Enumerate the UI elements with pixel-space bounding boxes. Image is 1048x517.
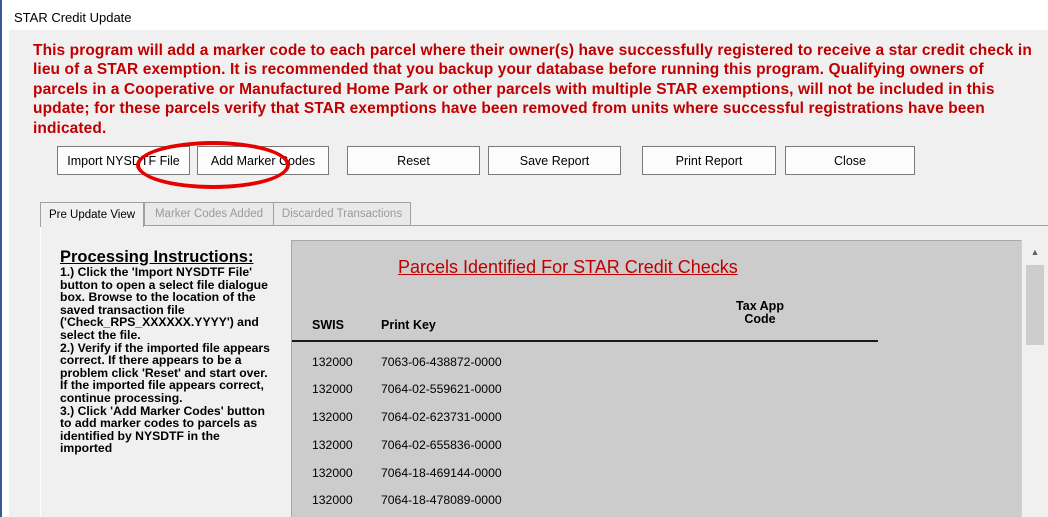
column-header-print-key: Print Key (381, 318, 436, 332)
title-bar: STAR Credit Update (9, 0, 1048, 30)
header-divider (292, 340, 878, 342)
table-row[interactable]: 132000 7064-02-559621-0000 (292, 382, 992, 410)
cell-print-key: 7064-18-478089-0000 (381, 493, 502, 507)
table-row[interactable]: 132000 7064-02-655836-0000 (292, 438, 992, 466)
cell-print-key: 7063-06-438872-0000 (381, 355, 502, 369)
cell-swis: 132000 (312, 466, 353, 480)
window-title: STAR Credit Update (14, 10, 132, 25)
table-row[interactable]: 132000 7063-06-438872-0000 (292, 355, 992, 383)
parcel-list-panel: Parcels Identified For STAR Credit Check… (291, 240, 1048, 517)
window-left-border (0, 0, 2, 517)
cell-swis: 132000 (312, 410, 353, 424)
print-report-button[interactable]: Print Report (642, 146, 776, 175)
cell-print-key: 7064-02-559621-0000 (381, 382, 502, 396)
vertical-scrollbar[interactable]: ▲ (1021, 240, 1048, 517)
table-row[interactable]: 132000 7064-02-623731-0000 (292, 410, 992, 438)
intro-text: This program will add a marker code to e… (33, 42, 1032, 137)
column-header-tax-app-code: Tax App Code (736, 299, 784, 326)
cell-print-key: 7064-02-623731-0000 (381, 410, 502, 424)
column-header-swis: SWIS (312, 318, 344, 332)
processing-instructions-text: 1.) Click the 'Import NYSDTF File' butto… (60, 265, 270, 456)
save-report-button[interactable]: Save Report (488, 146, 621, 175)
cell-print-key: 7064-18-469144-0000 (381, 466, 502, 480)
chevron-up-icon[interactable]: ▲ (1022, 240, 1048, 264)
parcel-list-title: Parcels Identified For STAR Credit Check… (398, 257, 738, 277)
red-annotation-ellipse (136, 141, 290, 189)
cell-print-key: 7064-02-655836-0000 (381, 438, 502, 452)
close-button[interactable]: Close (785, 146, 915, 175)
tab-marker-codes-added[interactable]: Marker Codes Added (144, 202, 274, 225)
cell-swis: 132000 (312, 382, 353, 396)
cell-swis: 132000 (312, 355, 353, 369)
tab-pre-update-view[interactable]: Pre Update View (40, 202, 144, 227)
table-row[interactable]: 132000 7064-18-469144-0000 (292, 466, 992, 494)
tab-discarded-transactions[interactable]: Discarded Transactions (273, 202, 411, 225)
cell-swis: 132000 (312, 438, 353, 452)
reset-button[interactable]: Reset (347, 146, 480, 175)
cell-swis: 132000 (312, 493, 353, 507)
table-row[interactable]: 132000 7064-18-478089-0000 (292, 493, 992, 517)
scrollbar-thumb[interactable] (1026, 265, 1044, 345)
